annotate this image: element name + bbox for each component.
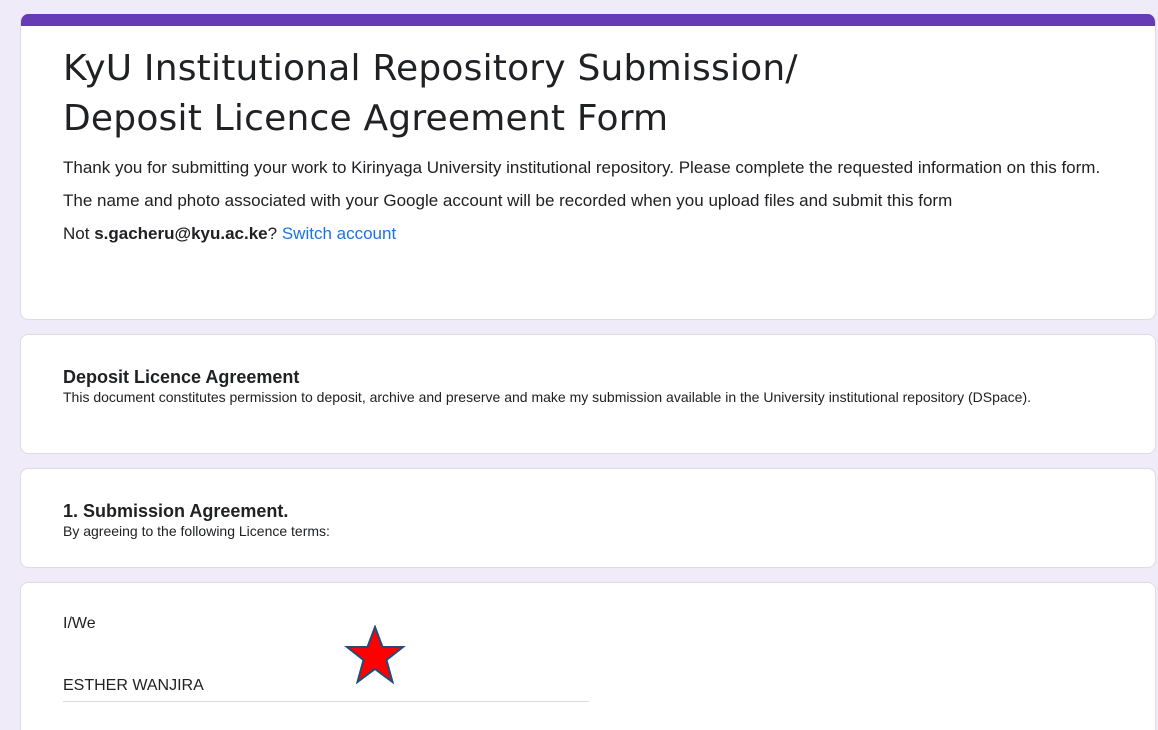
account-prefix: Not (63, 224, 95, 243)
form-title-line2: Deposit Licence Agreement Form (63, 98, 669, 139)
section-description: By agreeing to the following Licence ter… (63, 523, 330, 539)
question-label: I/We (63, 615, 96, 632)
account-suffix: ? (267, 224, 282, 243)
section-description: This document constitutes permission to … (63, 389, 1032, 405)
header-content: KyU Institutional Repository Submission/… (63, 44, 1135, 245)
form-header-card: KyU Institutional Repository Submission/… (20, 14, 1156, 320)
accent-bar (21, 14, 1155, 26)
section-title: Deposit Licence Agreement (63, 367, 300, 387)
form-page: KyU Institutional Repository Submission/… (0, 0, 1158, 730)
form-notice: The name and photo associated with your … (63, 191, 953, 210)
form-description: Thank you for submitting your work to Ki… (63, 158, 1101, 177)
name-answer-input[interactable] (63, 671, 589, 702)
form-title: KyU Institutional Repository Submission/… (63, 44, 1135, 144)
form-title-line1: KyU Institutional Repository Submission/ (63, 48, 798, 89)
switch-account-link[interactable]: Switch account (282, 224, 396, 243)
section-card-submission-agreement: 1. Submission Agreement. By agreeing to … (20, 468, 1156, 568)
question-card: I/We (20, 582, 1156, 730)
section-card-deposit-licence: Deposit Licence Agreement This document … (20, 334, 1156, 454)
account-line: Not s.gacheru@kyu.ac.ke? Switch account (63, 222, 1135, 245)
account-email: s.gacheru@kyu.ac.ke (94, 224, 268, 243)
section-title: 1. Submission Agreement. (63, 501, 289, 521)
